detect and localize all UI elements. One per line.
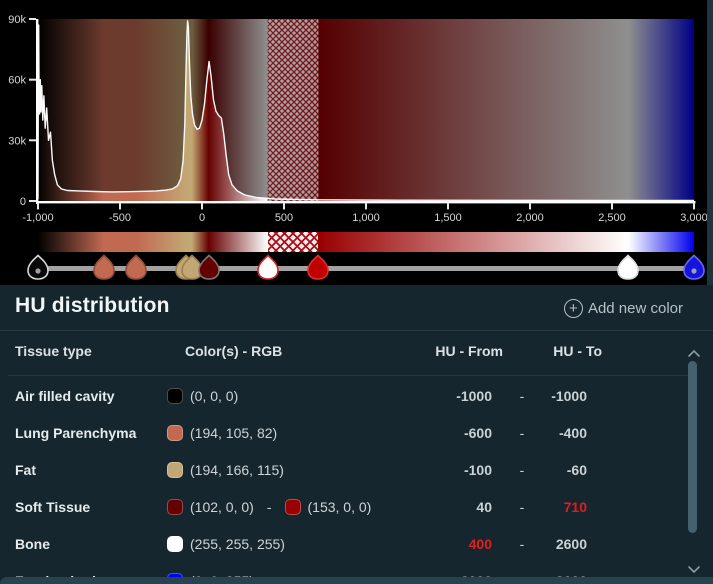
tissue-type-label: Lung Parenchyma — [15, 425, 136, 441]
svg-text:0: 0 — [199, 212, 205, 224]
table-row[interactable]: Soft Tissue (102, 0, 0)- (153, 0, 0) 40 - 710 — [0, 488, 713, 525]
color-marker[interactable] — [93, 254, 115, 280]
rgb-value-label: (102, 0, 0) — [190, 499, 254, 515]
column-header-hu-from: HU - From — [390, 343, 503, 359]
svg-text:90k: 90k — [8, 14, 26, 26]
svg-text:0: 0 — [20, 196, 26, 208]
chevron-up-icon — [687, 349, 701, 358]
svg-text:-500: -500 — [109, 212, 131, 224]
add-new-color-label: Add new color — [588, 300, 683, 317]
color-cell: (102, 0, 0)- (153, 0, 0) — [167, 499, 371, 515]
color-marker-slider[interactable] — [0, 253, 713, 285]
hu-from-value[interactable]: 40 — [377, 499, 492, 515]
color-marker[interactable] — [683, 254, 705, 280]
hu-to-value[interactable]: 710 — [525, 499, 587, 515]
scrollbar-thumb[interactable] — [688, 361, 697, 533]
svg-text:60k: 60k — [8, 75, 26, 87]
hu-to-value[interactable]: -60 — [525, 462, 587, 478]
color-marker[interactable] — [307, 254, 329, 280]
table-row[interactable]: Foreign body(0, 0, 255)3000-3000 — [0, 562, 713, 577]
rgb-value-label: (194, 166, 115) — [190, 462, 284, 478]
panel-bottom-edge — [0, 577, 713, 584]
header-divider — [0, 330, 713, 331]
svg-text:3,000: 3,000 — [680, 212, 708, 224]
color-marker[interactable] — [125, 254, 147, 280]
color-cell: (194, 105, 82) — [167, 425, 277, 441]
color-marker[interactable] — [617, 254, 639, 280]
page-title: HU distribution — [15, 294, 170, 318]
table-row[interactable]: Bone(255, 255, 255)400-2600 — [0, 525, 713, 562]
color-swatch[interactable] — [167, 462, 183, 478]
svg-text:2,500: 2,500 — [598, 212, 626, 224]
svg-text:1,000: 1,000 — [352, 212, 380, 224]
color-cell: (255, 255, 255) — [167, 536, 285, 552]
tissue-type-label: Bone — [15, 536, 50, 552]
color-swatch[interactable] — [167, 388, 183, 404]
table-header-divider — [8, 375, 688, 376]
hu-from-value[interactable]: -1000 — [377, 388, 492, 404]
hu-to-value[interactable]: -400 — [525, 425, 587, 441]
hu-to-value[interactable]: -1000 — [525, 388, 587, 404]
color-swatch[interactable] — [167, 425, 183, 441]
column-header-tissue-type: Tissue type — [15, 343, 92, 359]
table-row[interactable]: Fat(194, 166, 115)-100--60 — [0, 451, 713, 488]
color-range-dash: - — [261, 499, 278, 515]
rgb-value-label: (0, 0, 0) — [190, 388, 238, 404]
color-swatch[interactable] — [167, 499, 183, 515]
tissue-type-label: Air filled cavity — [15, 388, 115, 404]
color-marker[interactable] — [27, 254, 49, 280]
colormap-gradient-bar — [38, 232, 694, 252]
hu-to-value[interactable]: 2600 — [525, 536, 587, 552]
hu-from-value[interactable]: -100 — [377, 462, 492, 478]
add-new-color-button[interactable]: + Add new color — [564, 299, 683, 318]
color-swatch[interactable] — [285, 499, 301, 515]
color-swatch[interactable] — [167, 536, 183, 552]
tissue-type-label: Soft Tissue — [15, 499, 90, 515]
svg-text:30k: 30k — [8, 135, 26, 147]
hu-from-value[interactable]: 400 — [377, 536, 492, 552]
hu-from-value[interactable]: -600 — [377, 425, 492, 441]
svg-text:500: 500 — [275, 212, 293, 224]
tissue-table: Air filled cavity (0, 0, 0) -1000 - -1000 Lun… — [0, 377, 713, 577]
color-marker[interactable] — [257, 254, 279, 280]
color-marker[interactable] — [198, 254, 220, 280]
table-row[interactable]: Air filled cavity(0, 0, 0)-1000--1000 — [0, 377, 713, 414]
hu-table-panel: HU distribution + Add new color Tissue t… — [0, 285, 713, 584]
chevron-down-icon — [687, 565, 701, 574]
tissue-type-label: Fat — [15, 462, 36, 478]
rgb-value-label: (255, 255, 255) — [190, 536, 285, 552]
svg-text:2,000: 2,000 — [516, 212, 544, 224]
column-header-hu-to: HU - To — [530, 343, 602, 359]
hu-distribution-panel: 0 30k 60k 90k -1,000 -500 0 500 1,000 1,… — [0, 0, 713, 584]
color-cell: (0, 0, 0) — [167, 388, 238, 404]
conflict-range-hatch — [268, 232, 319, 252]
column-header-colors-rgb: Color(s) - RGB — [185, 343, 282, 359]
rgb-value-label: (153, 0, 0) — [308, 499, 372, 515]
hu-histogram-chart: 0 30k 60k 90k -1,000 -500 0 500 1,000 1,… — [0, 0, 713, 228]
svg-text:1,500: 1,500 — [434, 212, 462, 224]
add-icon: + — [564, 299, 583, 318]
histogram-section: 0 30k 60k 90k -1,000 -500 0 500 1,000 1,… — [0, 0, 713, 285]
rgb-value-label: (194, 105, 82) — [190, 425, 277, 441]
table-row[interactable]: Lung Parenchyma(194, 105, 82)-600--400 — [0, 414, 713, 451]
svg-text:-1,000: -1,000 — [22, 212, 53, 224]
panel-edge — [707, 0, 713, 285]
color-cell: (194, 166, 115) — [167, 462, 284, 478]
